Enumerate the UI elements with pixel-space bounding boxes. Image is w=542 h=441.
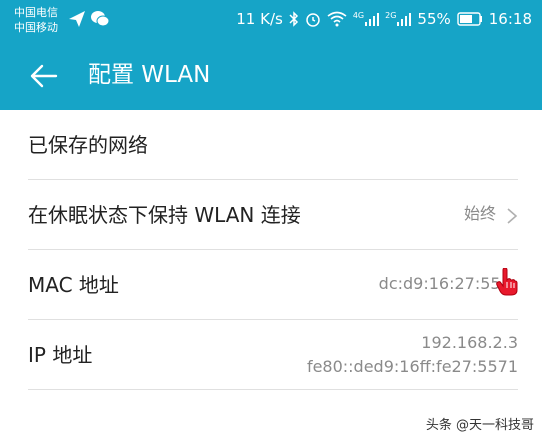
carrier-info: 中国电信 中国移动 <box>14 5 58 35</box>
clock: 16:18 <box>488 10 532 28</box>
keep-wlan-on-sleep-value: 始终 <box>463 204 496 223</box>
send-icon <box>68 10 86 32</box>
app-bar: 配置 WLAN <box>0 40 542 110</box>
ip-address-item: IP 地址 192.168.2.3 fe80::ded9:16ff:fe27:5… <box>0 320 542 390</box>
status-icons: 11 K/s 4G 2G 55% 16:18 <box>236 9 532 29</box>
notification-icons <box>68 10 110 32</box>
wifi-icon <box>327 11 347 27</box>
saved-networks-item[interactable]: 已保存的网络 <box>0 110 542 180</box>
divider <box>28 389 518 390</box>
mac-address-label: MAC 地址 <box>28 273 119 297</box>
bluetooth-icon <box>289 11 299 27</box>
network-speed: 11 K/s <box>236 10 283 28</box>
alarm-icon <box>305 11 321 27</box>
back-arrow-icon[interactable] <box>28 60 60 92</box>
keep-wlan-on-sleep-item[interactable]: 在休眠状态下保持 WLAN 连接 始终 <box>0 180 542 250</box>
watermark-text: 头条 @天一科技哥 <box>425 418 534 433</box>
battery-percent: 55% <box>417 10 451 28</box>
page-title: 配置 WLAN <box>88 62 211 88</box>
carrier-2: 中国移动 <box>14 21 58 34</box>
saved-networks-label: 已保存的网络 <box>28 133 148 157</box>
watermark: 头条 @天一科技哥 <box>426 414 534 433</box>
ip-address-ipv6: fe80::ded9:16ff:fe27:5571 <box>306 357 518 376</box>
ip-address-label: IP 地址 <box>28 343 93 367</box>
chevron-right-icon <box>507 208 518 224</box>
status-bar: 中国电信 中国移动 11 K/s 4G 2G 55% 16:18 <box>0 0 542 40</box>
wechat-icon <box>90 10 110 32</box>
mac-address-item: MAC 地址 dc:d9:16:27:55: <box>0 250 542 320</box>
keep-wlan-on-sleep-label: 在休眠状态下保持 WLAN 连接 <box>28 203 301 227</box>
hand-pointer-icon <box>496 268 518 296</box>
mac-address-value: dc:d9:16:27:55: <box>378 274 506 293</box>
ip-address-ipv4: 192.168.2.3 <box>421 333 518 352</box>
signal-4g-icon: 4G <box>353 12 380 26</box>
battery-icon <box>457 12 483 26</box>
signal-2g-icon: 2G <box>385 12 412 26</box>
carrier-1: 中国电信 <box>14 6 58 19</box>
